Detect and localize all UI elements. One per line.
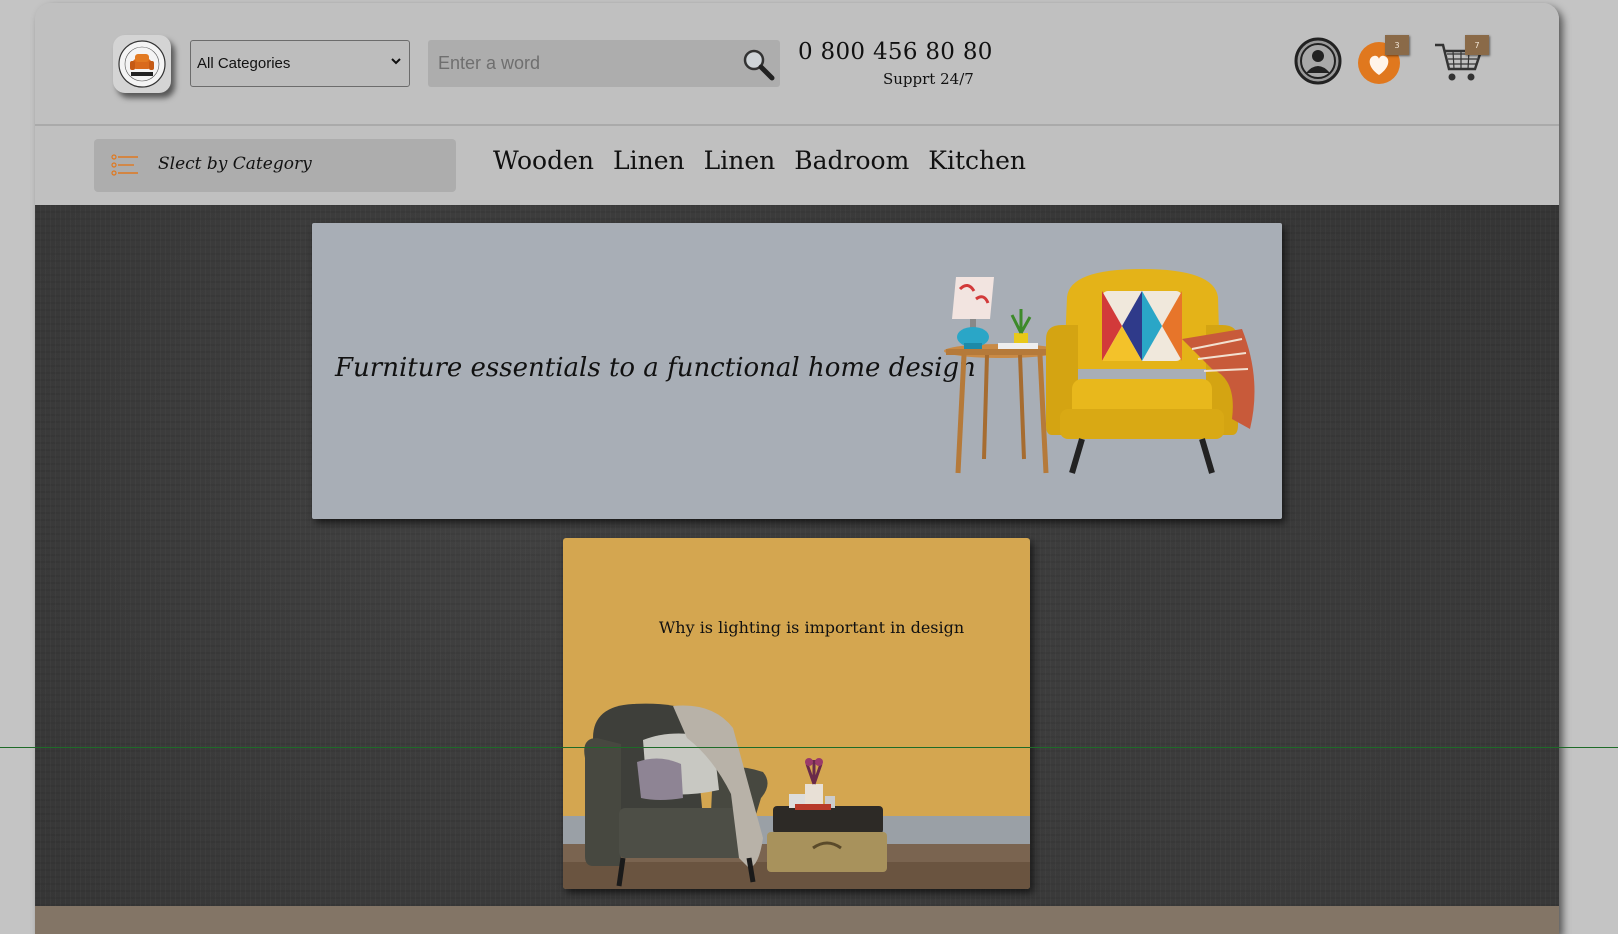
list-icon	[111, 154, 138, 176]
category-select[interactable]: All Categories	[190, 40, 410, 87]
magnifier-icon	[743, 49, 775, 80]
category-select-value: All Categories	[197, 55, 291, 72]
nav-link-kitchen[interactable]: Kitchen	[928, 146, 1026, 175]
guide-line	[0, 747, 1618, 748]
chevron-down-icon	[391, 58, 401, 65]
search-input[interactable]: Enter a word	[428, 40, 780, 87]
support-label: Supprt 24/7	[883, 70, 974, 88]
page-footer	[35, 906, 1559, 934]
article-card[interactable]: Why is lighting is important in design	[563, 538, 1030, 889]
wishlist-button[interactable]: 3	[1357, 35, 1409, 91]
cart-count-badge: 7	[1465, 35, 1489, 55]
account-button[interactable]	[1294, 37, 1342, 89]
user-icon	[1294, 37, 1342, 85]
logo[interactable]	[113, 35, 171, 93]
category-nav: Slect by Category Wooden Linen Linen Bad…	[35, 126, 1559, 205]
article-card-title: Why is lighting is important in design	[658, 618, 965, 637]
site-header: All Categories Enter a word 0 800 456 80…	[35, 3, 1559, 124]
nav-link-wooden[interactable]: Wooden	[493, 146, 594, 175]
hero-banner[interactable]: Furniture essentials to a functional hom…	[312, 223, 1282, 519]
armchair-side-table-image	[944, 269, 1255, 474]
select-category-label: Slect by Category	[158, 154, 312, 174]
search-placeholder: Enter a word	[438, 53, 541, 73]
cart-button[interactable]: 7	[1433, 35, 1489, 93]
wishlist-count-badge: 3	[1385, 35, 1409, 55]
main-content: Furniture essentials to a functional hom…	[35, 205, 1559, 906]
browser-page: All Categories Enter a word 0 800 456 80…	[35, 3, 1559, 934]
nav-links: Wooden Linen Linen Badroom Kitchen	[493, 146, 1026, 175]
search-button[interactable]	[736, 40, 780, 87]
phone-number: 0 800 456 80 80	[798, 39, 993, 65]
nav-link-linen[interactable]: Linen	[613, 146, 685, 175]
armchair-logo-icon	[118, 40, 166, 88]
nav-link-badroom[interactable]: Badroom	[794, 146, 909, 175]
armchair-suitcase-image	[563, 703, 1030, 889]
hero-headline: Furniture essentials to a functional hom…	[335, 353, 976, 383]
select-category-button[interactable]: Slect by Category	[94, 139, 456, 192]
nav-link-linen-2[interactable]: Linen	[704, 146, 776, 175]
